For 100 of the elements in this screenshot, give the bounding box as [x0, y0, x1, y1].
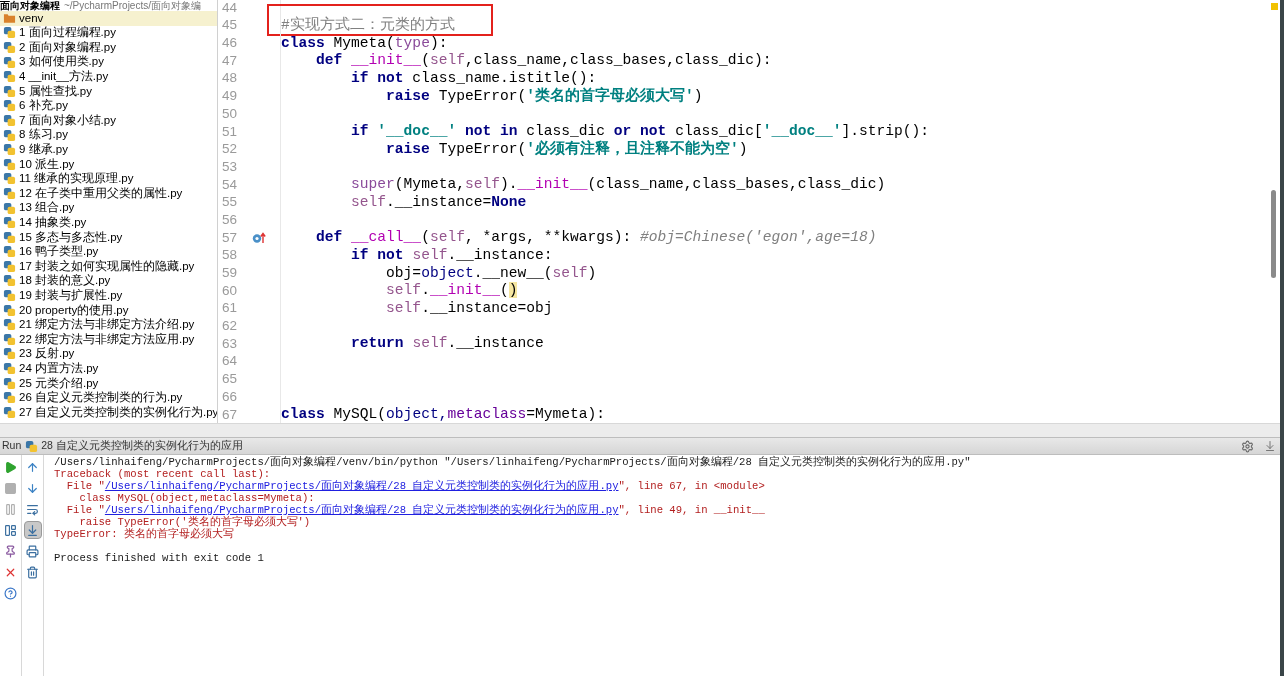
folder-icon	[3, 12, 16, 25]
python-file-icon	[3, 186, 16, 200]
tree-item[interactable]: 3 如何使用类.py	[0, 54, 217, 70]
line-number: 59	[221, 264, 239, 283]
python-file-icon	[3, 70, 16, 84]
python-file-icon	[3, 84, 16, 98]
line-number: 60	[221, 281, 239, 300]
trash-icon	[26, 565, 39, 579]
console-text: Traceback (most recent call last):	[54, 468, 271, 480]
python-file-icon	[3, 113, 16, 127]
line-number: 67	[221, 405, 239, 423]
stop-icon	[4, 481, 17, 495]
console-text: ", line 49, in __init__	[618, 504, 765, 516]
settings-icon[interactable]	[1241, 439, 1254, 453]
line-number: 65	[221, 370, 239, 389]
scroll-to-end-button[interactable]	[23, 521, 42, 539]
line-number: 58	[221, 246, 239, 265]
run-config-tab[interactable]: 28 自定义元类控制类的实例化行为的应用	[25, 438, 243, 454]
tree-item[interactable]: 23 反射.py	[0, 346, 217, 362]
python-file-icon	[3, 362, 16, 376]
code-line: raise TypeError('类名的首字母必须大写')	[385, 87, 703, 105]
play-icon	[4, 460, 17, 474]
console-text: ", line 67, in <module>	[618, 480, 765, 492]
python-file-icon	[3, 41, 16, 54]
scrollbar-thumb[interactable]	[1271, 190, 1276, 278]
python-file-icon	[3, 376, 16, 390]
tree-item[interactable]: 13 组合.py	[0, 200, 217, 216]
tree-item[interactable]: 5 属性查找.py	[0, 83, 217, 99]
tree-item[interactable]: 20 property的使用.py	[0, 302, 217, 318]
line-number: 61	[221, 299, 239, 318]
python-file-icon	[3, 405, 16, 419]
hide-panel-icon[interactable]	[1264, 440, 1276, 452]
python-file-icon	[3, 259, 16, 273]
tree-item[interactable]: 22 绑定方法与非绑定方法应用.py	[0, 332, 217, 347]
pin-icon	[4, 544, 17, 558]
tree-item[interactable]: venv	[0, 11, 217, 26]
python-file-icon	[3, 289, 16, 303]
code-line: self.__instance=obj	[385, 300, 553, 318]
tree-item[interactable]: 16 鸭子类型.py	[0, 244, 217, 260]
tree-item[interactable]: 7 面向对象小结.py	[0, 113, 217, 128]
tree-item[interactable]: 17 封装之如何实现属性的隐藏.py	[0, 259, 217, 274]
python-file-icon	[3, 332, 16, 346]
line-number: 57	[221, 228, 239, 247]
tree-item[interactable]: 1 面向过程编程.py	[0, 25, 217, 41]
python-file-icon	[3, 274, 16, 288]
tree-item[interactable]: 4 __init__方法.py	[0, 69, 217, 84]
wrap-icon	[26, 502, 39, 516]
file-link[interactable]: /Users/linhaifeng/PycharmProjects/面向对象编程/28 自定义元类控制类的实例化行为的应用.py	[104, 480, 619, 492]
tree-item[interactable]: 25 元类介绍.py	[0, 375, 217, 391]
tree-item[interactable]: 12 在子类中重用父类的属性.py	[0, 186, 217, 201]
code-line: obj=object.__new__(self)	[385, 264, 597, 282]
python-file-icon	[3, 26, 16, 40]
code-line: if not class_name.istitle():	[350, 70, 597, 87]
tree-item[interactable]: 6 补充.py	[0, 98, 217, 114]
file-link[interactable]: /Users/linhaifeng/PycharmProjects/面向对象编程/28 自定义元类控制类的实例化行为的应用.py	[104, 504, 619, 516]
python-file-icon	[3, 230, 16, 244]
tree-item[interactable]: 10 派生.py	[0, 156, 217, 172]
console-text: File "	[65, 480, 105, 492]
override-marker-icon[interactable]	[252, 231, 266, 244]
pause-icon	[4, 502, 17, 516]
help-button[interactable]	[1, 584, 20, 602]
tree-item[interactable]: 21 绑定方法与非绑定方法介绍.py	[0, 317, 217, 333]
python-file-icon	[3, 55, 16, 69]
tree-item[interactable]: 8 练习.py	[0, 127, 217, 143]
code-line: def __init__(self,class_name,class_bases,class_dic):	[315, 52, 772, 70]
line-number: 52	[221, 140, 239, 159]
line-number: 66	[221, 387, 239, 406]
code-line: self.__init__()	[385, 282, 518, 300]
code-line: raise TypeError('必须有注释，且注释不能为空')	[385, 140, 748, 158]
arrow-down-icon	[26, 481, 39, 495]
line-number: 55	[221, 193, 239, 212]
line-number: 50	[221, 104, 239, 123]
tree-item[interactable]: 9 继承.py	[0, 142, 217, 157]
line-number: 62	[221, 317, 239, 336]
line-number: 51	[221, 122, 239, 141]
line-number: 63	[221, 334, 239, 353]
run-label: Run	[2, 438, 22, 454]
code-line: self.__instance=None	[350, 193, 527, 211]
code-line: return self.__instance	[350, 335, 544, 353]
tree-item[interactable]: 18 封装的意义.py	[0, 273, 217, 289]
tree-item[interactable]: 19 封装与扩展性.py	[0, 288, 217, 303]
tree-item[interactable]: 26 自定义元类控制类的行为.py	[0, 390, 217, 406]
tree-item[interactable]: 14 抽象类.py	[0, 215, 217, 230]
python-file-icon	[3, 303, 16, 317]
line-number: 64	[221, 352, 239, 371]
tree-item[interactable]: 11 继承的实现原理.py	[0, 171, 217, 187]
console-text: class MySQL(object,metaclass=Mymeta):	[78, 492, 315, 504]
project-path: ~/PycharmProjects/面向对象编	[64, 0, 201, 13]
tree-item[interactable]: 2 面向对象编程.py	[0, 40, 217, 55]
arrow-to-line-icon	[26, 523, 39, 537]
python-file-icon	[3, 216, 16, 230]
tree-item[interactable]: 15 多态与多态性.py	[0, 229, 217, 245]
printer-icon	[26, 544, 39, 558]
python-file-icon	[3, 143, 16, 157]
python-file-icon	[3, 172, 16, 186]
tree-item[interactable]: 24 内置方法.py	[0, 361, 217, 376]
code-line: class Mymeta(type):	[281, 34, 448, 52]
line-number: 56	[221, 210, 239, 229]
console-text: raise TypeError('类名的首字母必须大写')	[78, 516, 311, 528]
print-button[interactable]	[23, 542, 42, 560]
